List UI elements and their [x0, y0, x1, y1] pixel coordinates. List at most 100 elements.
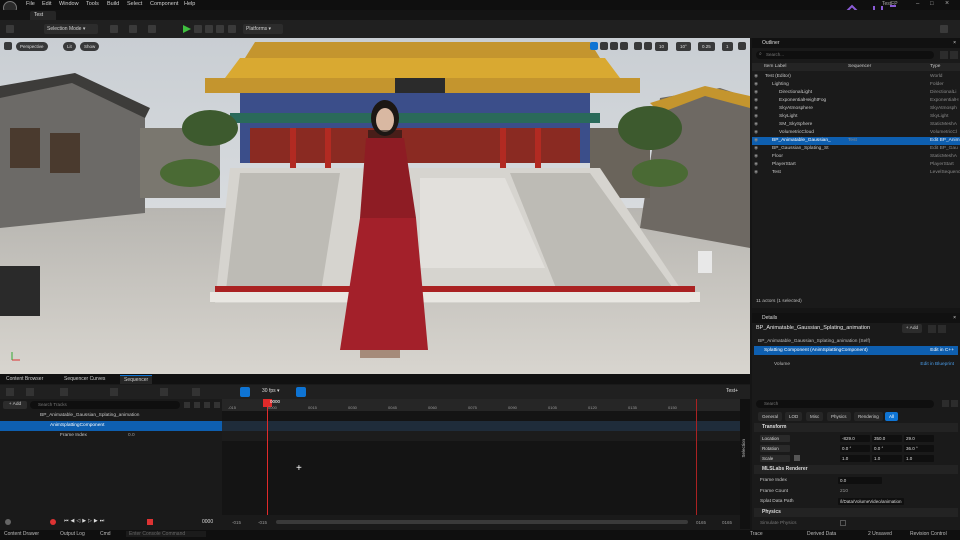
- outliner-row[interactable]: ◉ SkyLight SkyLight: [752, 113, 960, 121]
- play-icon[interactable]: [183, 25, 191, 33]
- lock-tracks-icon[interactable]: [204, 402, 210, 408]
- diamond-key-icon[interactable]: [192, 388, 200, 396]
- sequencer-options-icon[interactable]: [5, 519, 11, 525]
- frame-index-field[interactable]: 0.0: [838, 477, 882, 484]
- level-viewport[interactable]: [0, 38, 750, 374]
- visibility-eye-icon[interactable]: ◉: [754, 105, 758, 113]
- self-component-row[interactable]: BP_Animatable_Gaussian_Splating_animatio…: [754, 337, 958, 346]
- translate-icon[interactable]: [600, 42, 608, 50]
- menu-build[interactable]: Build: [107, 1, 119, 7]
- visibility-eye-icon[interactable]: ◉: [754, 89, 758, 97]
- visibility-eye-icon[interactable]: ◉: [754, 121, 758, 129]
- find-in-browser-icon[interactable]: [26, 388, 34, 396]
- outliner-search-input[interactable]: Search...: [756, 51, 934, 59]
- derived-data-button[interactable]: Derived Data: [807, 531, 836, 537]
- fps-dropdown[interactable]: 30 fps ▾: [262, 388, 280, 394]
- column-sequencer[interactable]: Sequencer: [848, 63, 871, 71]
- select-mode-icon[interactable]: [590, 42, 598, 50]
- volume-component-row[interactable]: Volume Edit in Blueprint: [754, 360, 958, 369]
- add-component-button[interactable]: + Add: [902, 324, 922, 333]
- add-track-button[interactable]: + Add: [3, 401, 27, 409]
- camera-speed-value[interactable]: 1: [722, 42, 733, 51]
- filter-tab-misc[interactable]: Misc: [806, 412, 824, 421]
- tab-content-browser[interactable]: Content Browser: [2, 375, 47, 384]
- visibility-eye-icon[interactable]: ◉: [754, 97, 758, 105]
- close-window-button[interactable]: ×: [945, 0, 949, 7]
- render-movie-icon[interactable]: [110, 388, 118, 396]
- outliner-row[interactable]: ◉ Test LevelSequenc: [752, 169, 960, 177]
- edit-blueprint-link[interactable]: Edit in Blueprint: [920, 360, 954, 369]
- minimize-button[interactable]: –: [916, 1, 919, 7]
- current-frame-field[interactable]: 0000: [202, 519, 213, 525]
- maximize-button[interactable]: □: [930, 1, 934, 7]
- outliner-row[interactable]: ◉ BP_Gaussian_Splating_St Edit BP_Gau: [752, 145, 960, 153]
- angle-snap-value[interactable]: 10°: [676, 42, 691, 51]
- filter-tab-rendering[interactable]: Rendering: [854, 412, 883, 421]
- edit-cpp-link[interactable]: Edit in C++: [930, 346, 954, 355]
- close-outliner-icon[interactable]: ×: [953, 38, 956, 48]
- stop-icon[interactable]: [205, 25, 213, 33]
- splatting-component-row[interactable]: Splatting Component (AnimSplattingCompon…: [754, 346, 958, 355]
- rotation-y-field[interactable]: 0.0 °: [872, 445, 902, 452]
- column-item-label[interactable]: Item Label: [764, 63, 786, 71]
- scale-icon[interactable]: [620, 42, 628, 50]
- add-content-icon[interactable]: [110, 25, 118, 33]
- menu-edit[interactable]: Edit: [42, 1, 51, 7]
- scale-label[interactable]: Scale: [760, 455, 790, 462]
- menu-file[interactable]: File: [26, 1, 35, 7]
- location-label[interactable]: Location: [760, 435, 790, 442]
- rotation-x-field[interactable]: 0.0 °: [840, 445, 870, 452]
- outliner-row[interactable]: ◉ Test (Editor) World: [752, 73, 960, 81]
- filter-tab-physics[interactable]: Physics: [827, 412, 851, 421]
- record-icon[interactable]: [50, 519, 56, 525]
- scale-x-field[interactable]: 1.0: [840, 455, 870, 462]
- visibility-eye-icon[interactable]: ◉: [754, 129, 758, 137]
- perspective-button[interactable]: Perspective: [16, 42, 48, 51]
- track-settings-icon[interactable]: [214, 402, 220, 408]
- simulate-physics-checkbox[interactable]: [840, 520, 846, 526]
- column-type[interactable]: Type: [930, 63, 940, 71]
- tab-sequencer[interactable]: Sequencer: [120, 375, 153, 384]
- platforms-dropdown[interactable]: Platforms ▾: [243, 24, 283, 34]
- level-tab[interactable]: Test: [30, 11, 56, 20]
- scale-z-field[interactable]: 1.0: [904, 455, 934, 462]
- revision-control-button[interactable]: Revision Control: [910, 531, 947, 537]
- outliner-row[interactable]: ◉ Lighting Folder: [752, 81, 960, 89]
- grid-snap-value[interactable]: 10: [655, 42, 669, 51]
- save-icon[interactable]: [6, 25, 14, 33]
- show-button[interactable]: Show: [80, 42, 100, 51]
- selection-mode-dropdown[interactable]: Selection Mode ▾: [44, 24, 98, 34]
- unsaved-button[interactable]: 2 Unsaved: [868, 531, 892, 537]
- transport-controls[interactable]: ⏮◀◁▶▷▶⏭: [64, 518, 106, 524]
- menu-component[interactable]: Component: [150, 1, 178, 7]
- filter-tab-general[interactable]: General: [758, 412, 783, 421]
- surface-snap-icon[interactable]: [644, 42, 652, 50]
- scale-snap-value[interactable]: 0.25: [698, 42, 715, 51]
- menu-tools[interactable]: Tools: [86, 1, 99, 7]
- maximize-viewport-icon[interactable]: [738, 42, 746, 50]
- lock-icon[interactable]: [794, 455, 800, 461]
- track-value[interactable]: 0.0: [128, 431, 135, 441]
- outliner-row[interactable]: ◉ PlayerStart PlayerStart: [752, 161, 960, 169]
- eject-icon[interactable]: [216, 25, 224, 33]
- menu-window[interactable]: Window: [59, 1, 79, 7]
- camera-icon[interactable]: [60, 388, 68, 396]
- play-options-icon[interactable]: [228, 25, 236, 33]
- world-space-icon[interactable]: [634, 42, 642, 50]
- outliner-row[interactable]: ◉ SM_SkySphere StaticMeshA: [752, 121, 960, 129]
- sequencer-track-row[interactable]: AnimSplattingComponent: [0, 421, 222, 431]
- blueprint-icon[interactable]: [928, 325, 936, 333]
- outliner-row[interactable]: ◉ Floor StaticMeshA: [752, 153, 960, 161]
- trace-button[interactable]: Trace: [750, 531, 763, 537]
- splat-path-field[interactable]: /l/Data/VolumeVideo/animation: [838, 498, 904, 505]
- blueprint-icon[interactable]: [129, 25, 137, 33]
- details-settings-icon[interactable]: [951, 400, 958, 407]
- sequencer-track-row[interactable]: BP_Animatable_Gaussian_Splating_animatio…: [0, 411, 222, 421]
- menu-help[interactable]: Help: [184, 1, 195, 7]
- menu-select[interactable]: Select: [127, 1, 142, 7]
- outliner-row[interactable]: ◉ BP_Animatable_Gaussian_ Test Edit BP_Anim: [752, 137, 960, 145]
- outliner-row[interactable]: ◉ ExponentialHeightFog ExponentialH: [752, 97, 960, 105]
- timeline-scrollbar[interactable]: [276, 520, 688, 524]
- track-search-input[interactable]: Search Tracks: [30, 401, 180, 409]
- rotate-icon[interactable]: [610, 42, 618, 50]
